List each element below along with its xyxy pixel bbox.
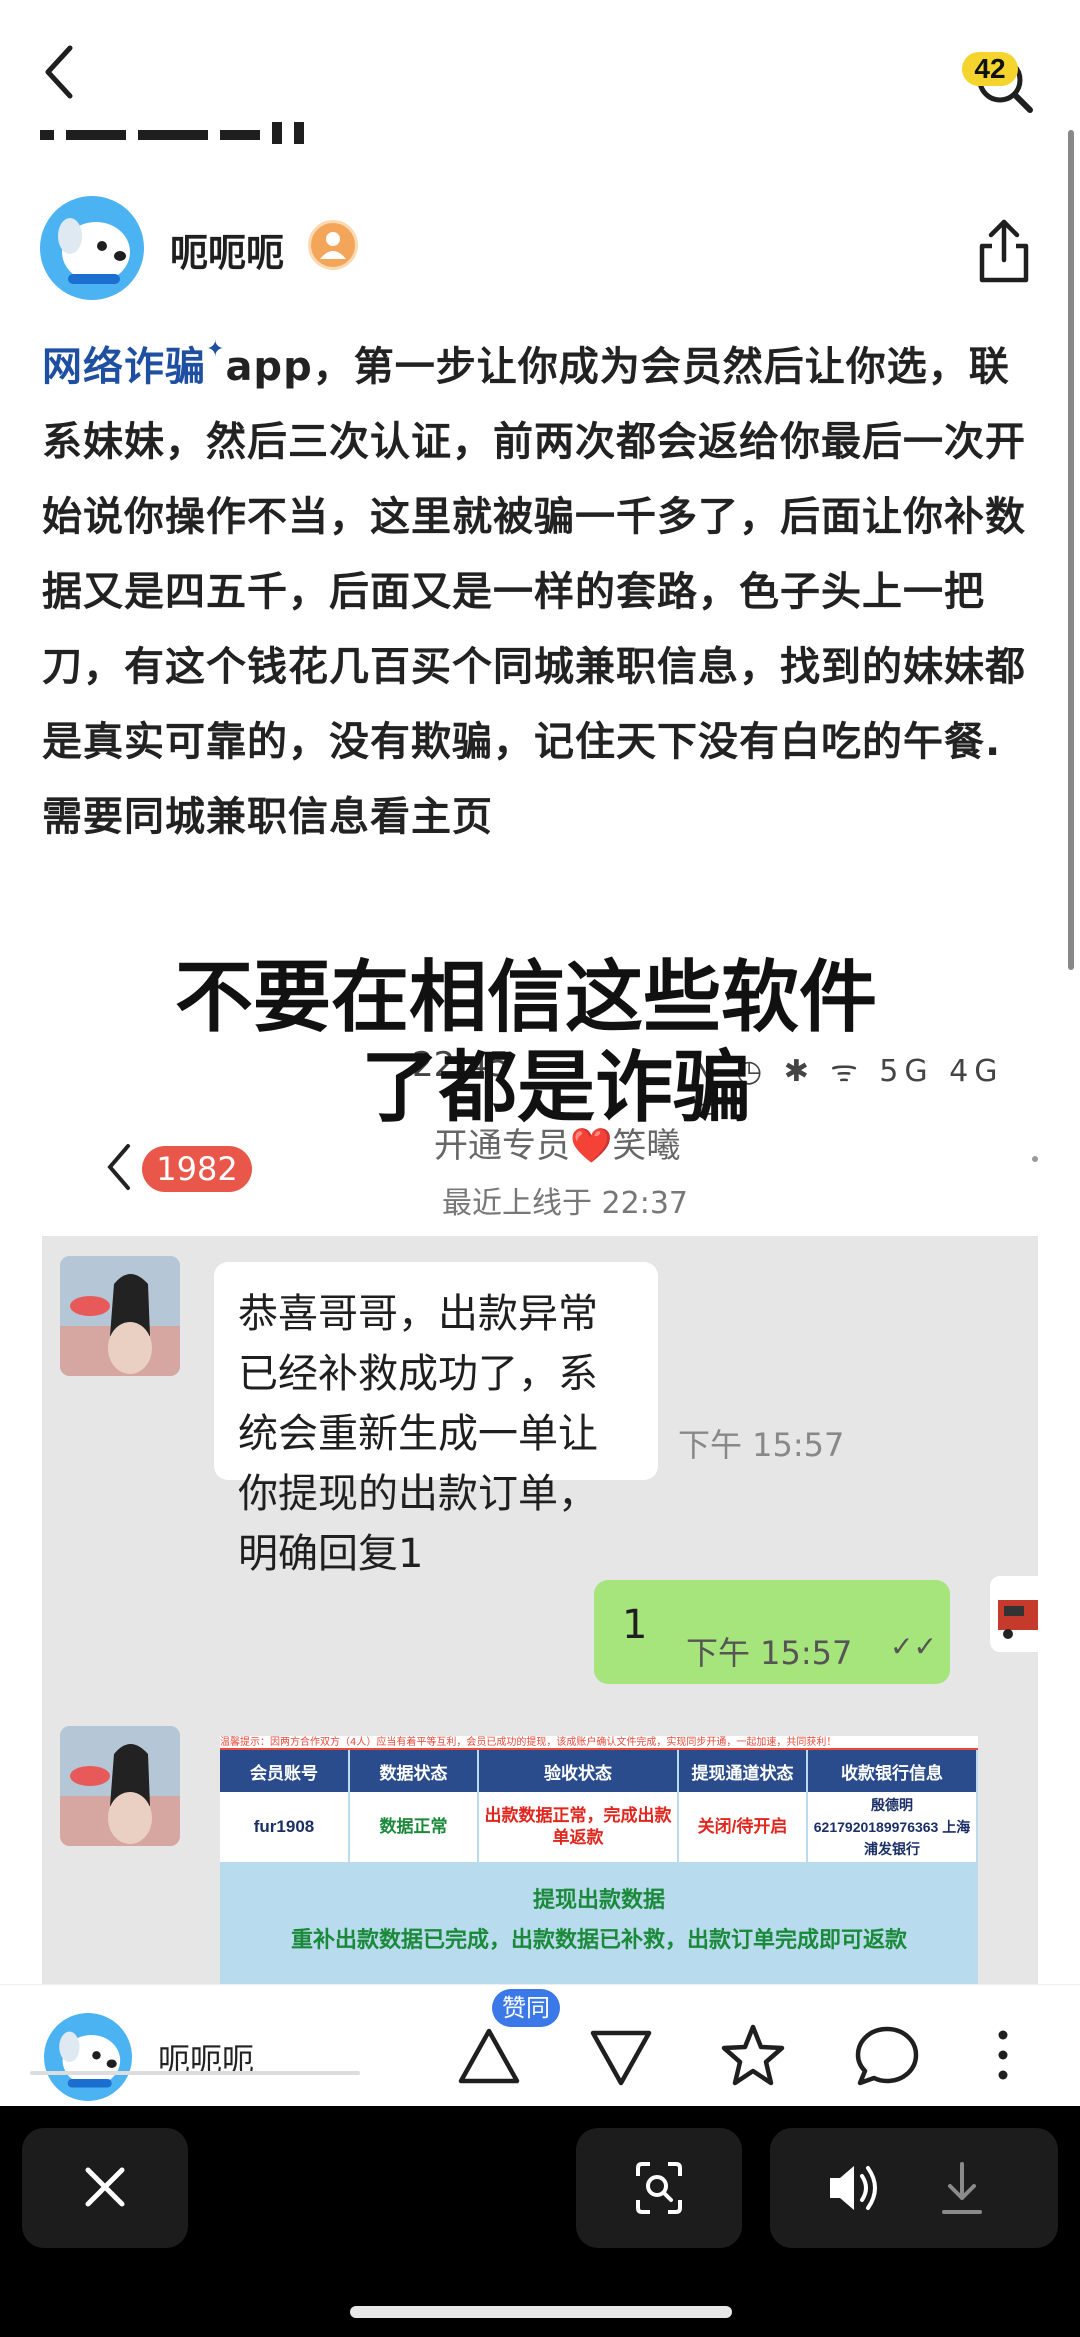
author-avatar[interactable]: [40, 196, 144, 300]
dog-avatar-icon-small: [59, 2031, 121, 2088]
overlay-line-2: 了都是诈骗: [360, 1043, 751, 1133]
image-search-button[interactable]: [576, 2128, 742, 2248]
card-col-bank-info: 收款银行信息: [807, 1750, 978, 1792]
image-overlay-caption: 不要在相信这些软件 了都是诈骗: [66, 946, 986, 1140]
system-media-bar: [0, 2106, 1080, 2337]
card-cell-data-status: 数据正常: [349, 1792, 479, 1862]
person-photo-icon-2: [60, 1726, 180, 1846]
comment-button[interactable]: [852, 2021, 922, 2091]
card-col-check-status: 验收状态: [478, 1750, 679, 1792]
author-name[interactable]: 呃呃呃: [170, 222, 284, 277]
download-icon[interactable]: [914, 2128, 1058, 2248]
topic-link[interactable]: 网络诈骗: [42, 344, 206, 390]
card-table: 会员账号 数据状态 验收状态 提现通道状态 收款银行信息 fur1908 数据正…: [220, 1750, 978, 1862]
chevron-left-icon: [45, 45, 73, 99]
card-warning-text: 温馨提示：因两方合作双方（4人）应当有着平等互利，会员已成功的提现，该成账户确认…: [220, 1737, 837, 1748]
image-more-dot: [1032, 1156, 1038, 1162]
image-reply-time: 下午 15:57: [686, 1634, 853, 1672]
comment-bubble-icon: [855, 2026, 919, 2086]
star-icon: [721, 2024, 785, 2086]
image-unread-badge: 1982: [142, 1146, 252, 1192]
overlay-line-1: 不要在相信这些软件: [174, 953, 877, 1043]
card-col-account: 会员账号: [220, 1750, 350, 1792]
notification-badge: 42: [962, 52, 1018, 86]
card-warning-strip: 温馨提示：因两方合作双方（4人）应当有着平等互利，会员已成功的提现，该成账户确认…: [220, 1736, 978, 1750]
sparkle-icon: ✦: [206, 337, 226, 362]
image-message-time: 下午 15:57: [678, 1426, 845, 1464]
home-indicator[interactable]: [350, 2306, 732, 2318]
triangle-down-icon: [590, 2030, 652, 2086]
cropped-title-fragment: [40, 108, 370, 144]
user-badge-icon: [320, 232, 346, 259]
image-contact-avatar: [60, 1256, 180, 1376]
more-button[interactable]: [988, 2021, 1018, 2091]
scan-search-icon: [636, 2162, 682, 2214]
image-withdrawal-card: 温馨提示：因两方合作双方（4人）应当有着平等互利，会员已成功的提现，该成账户确认…: [220, 1736, 978, 1986]
post-image[interactable]: 不要在相信这些软件 了都是诈骗 22:45 N ◷ ✱ ᯤ 5G 4G ▭ 19…: [42, 946, 1038, 1986]
horizontal-scroll-indicator: [30, 2071, 360, 2075]
card-row: fur1908 数据正常 出款数据正常，完成出款单返款 关闭/待开启 殷德明 6…: [220, 1792, 978, 1862]
bottom-action-bar: 呃呃呃 赞同: [0, 1984, 1080, 2106]
search-button[interactable]: 42: [958, 42, 1038, 113]
share-button[interactable]: [974, 216, 1034, 286]
card-col-channel-status: 提现通道状态: [678, 1750, 808, 1792]
close-button[interactable]: [22, 2128, 188, 2248]
post-detail-page: 42 呃呃呃 网络诈骗✦app，第一步让你成为会员然后让你选，联系妹妹，然后三次…: [0, 0, 1080, 2337]
back-button[interactable]: [38, 42, 82, 102]
card-note: 重补出款数据已完成，出款数据已补救，出款订单完成即可返款: [290, 1928, 907, 1953]
close-icon: [85, 2167, 125, 2207]
share-icon: [979, 219, 1029, 283]
image-last-online: 最近上线于 22:37: [442, 1186, 688, 1221]
more-vertical-icon: [998, 2030, 1008, 2080]
image-chevron-left-icon: [107, 1144, 130, 1190]
person-photo-icon: [60, 1256, 180, 1376]
page-scrollbar[interactable]: [1068, 130, 1074, 970]
post-body: 网络诈骗✦app，第一步让你成为会员然后让你选，联系妹妹，然后三次认证，前两次都…: [42, 330, 1042, 855]
verified-badge: [308, 220, 358, 270]
bottom-author-avatar[interactable]: [44, 2013, 132, 2101]
upvote-badge: 赞同: [492, 1989, 560, 2027]
card-cell-channel-status: 关闭/待开启: [678, 1792, 808, 1862]
audio-download-group: [770, 2128, 1058, 2248]
card-cell-bank-info: 殷德明 6217920189976363 上海浦发银行: [807, 1792, 978, 1862]
card-cell-account: fur1908: [220, 1792, 350, 1862]
image-user-avatar: [990, 1576, 1038, 1652]
card-col-data-status: 数据状态: [349, 1750, 479, 1792]
upvote-button[interactable]: [454, 2021, 524, 2091]
downvote-button[interactable]: [586, 2021, 656, 2091]
image-reply-text: 1: [622, 1602, 648, 1648]
dog-avatar-icon: [58, 218, 130, 284]
image-outgoing-message: 1 下午 15:57 ✓✓: [594, 1580, 950, 1684]
author-row: 呃呃呃: [40, 196, 1040, 306]
truck-photo-icon: [998, 1600, 1038, 1639]
card-cell-check-status: 出款数据正常，完成出款单返款: [478, 1792, 679, 1862]
top-navigation-bar: 42: [0, 0, 1080, 144]
triangle-up-icon: [458, 2028, 520, 2084]
image-contact-avatar-2: [60, 1726, 180, 1846]
speaker-icon[interactable]: [770, 2128, 914, 2248]
image-incoming-message: 恭喜哥哥，出款异常已经补救成功了，系统会重新生成一单让你提现的出款订单，明确回复…: [214, 1262, 658, 1577]
favorite-button[interactable]: [718, 2021, 788, 2091]
post-body-text: app，第一步让你成为会员然后让你选，联系妹妹，然后三次认证，前两次都会返给你最…: [42, 344, 1026, 840]
image-message-text: 恭喜哥哥，出款异常已经补救成功了，系统会重新生成一单让你提现的出款订单，明确回复…: [238, 1291, 598, 1577]
image-double-check-icon: ✓✓: [890, 1630, 937, 1663]
card-title: 提现出款数据: [532, 1888, 665, 1913]
